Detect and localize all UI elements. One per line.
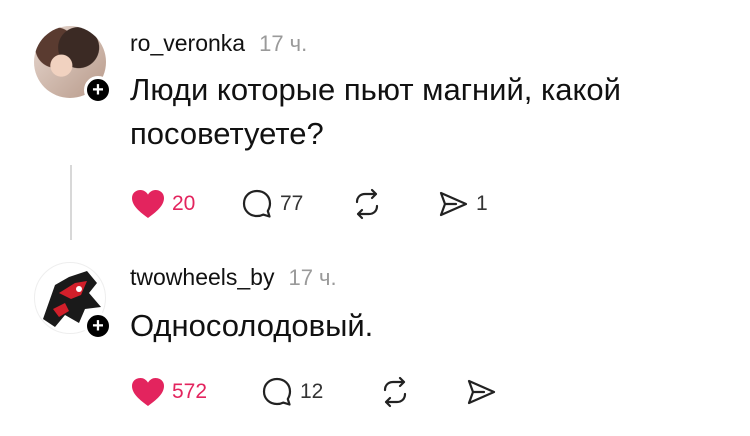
share-icon [439, 191, 468, 217]
repost-icon [355, 188, 379, 220]
repost-icon [383, 376, 407, 408]
heart-icon [132, 378, 164, 406]
post-header: twowheels_by 17 ч. [130, 264, 337, 291]
post-header: ro_veronka 17 ч. [130, 30, 307, 57]
avatar[interactable]: + [34, 26, 112, 104]
share-count: 1 [476, 192, 488, 215]
comment-count: 12 [300, 380, 324, 403]
comment-button[interactable]: 77 [240, 186, 350, 222]
timestamp: 17 ч. [288, 265, 337, 290]
share-icon [467, 379, 496, 405]
comment-icon [262, 377, 292, 406]
share-button[interactable] [464, 374, 498, 410]
follow-plus-icon[interactable]: + [84, 312, 112, 340]
username[interactable]: ro_veronka [130, 30, 245, 57]
post-text: Односолодовый. [130, 308, 374, 343]
timestamp: 17 ч. [259, 31, 308, 56]
action-bar: 572 12 [130, 374, 498, 410]
repost-button[interactable] [350, 186, 436, 222]
thread-line [70, 165, 72, 240]
like-count: 20 [172, 192, 196, 215]
avatar[interactable]: + [34, 262, 112, 340]
heart-icon [132, 190, 164, 218]
follow-plus-icon[interactable]: + [84, 76, 112, 104]
username[interactable]: twowheels_by [130, 264, 274, 291]
like-button[interactable]: 572 [130, 374, 260, 410]
comment-button[interactable]: 12 [260, 374, 378, 410]
comment-count: 77 [280, 192, 304, 215]
like-button[interactable]: 20 [130, 186, 240, 222]
share-button[interactable]: 1 [436, 186, 488, 222]
post-text: Люди которые пьют магний, какой посовету… [130, 72, 621, 151]
repost-button[interactable] [378, 374, 464, 410]
like-count: 572 [172, 380, 208, 403]
action-bar: 20 77 1 [130, 186, 488, 222]
comment-icon [242, 189, 272, 218]
